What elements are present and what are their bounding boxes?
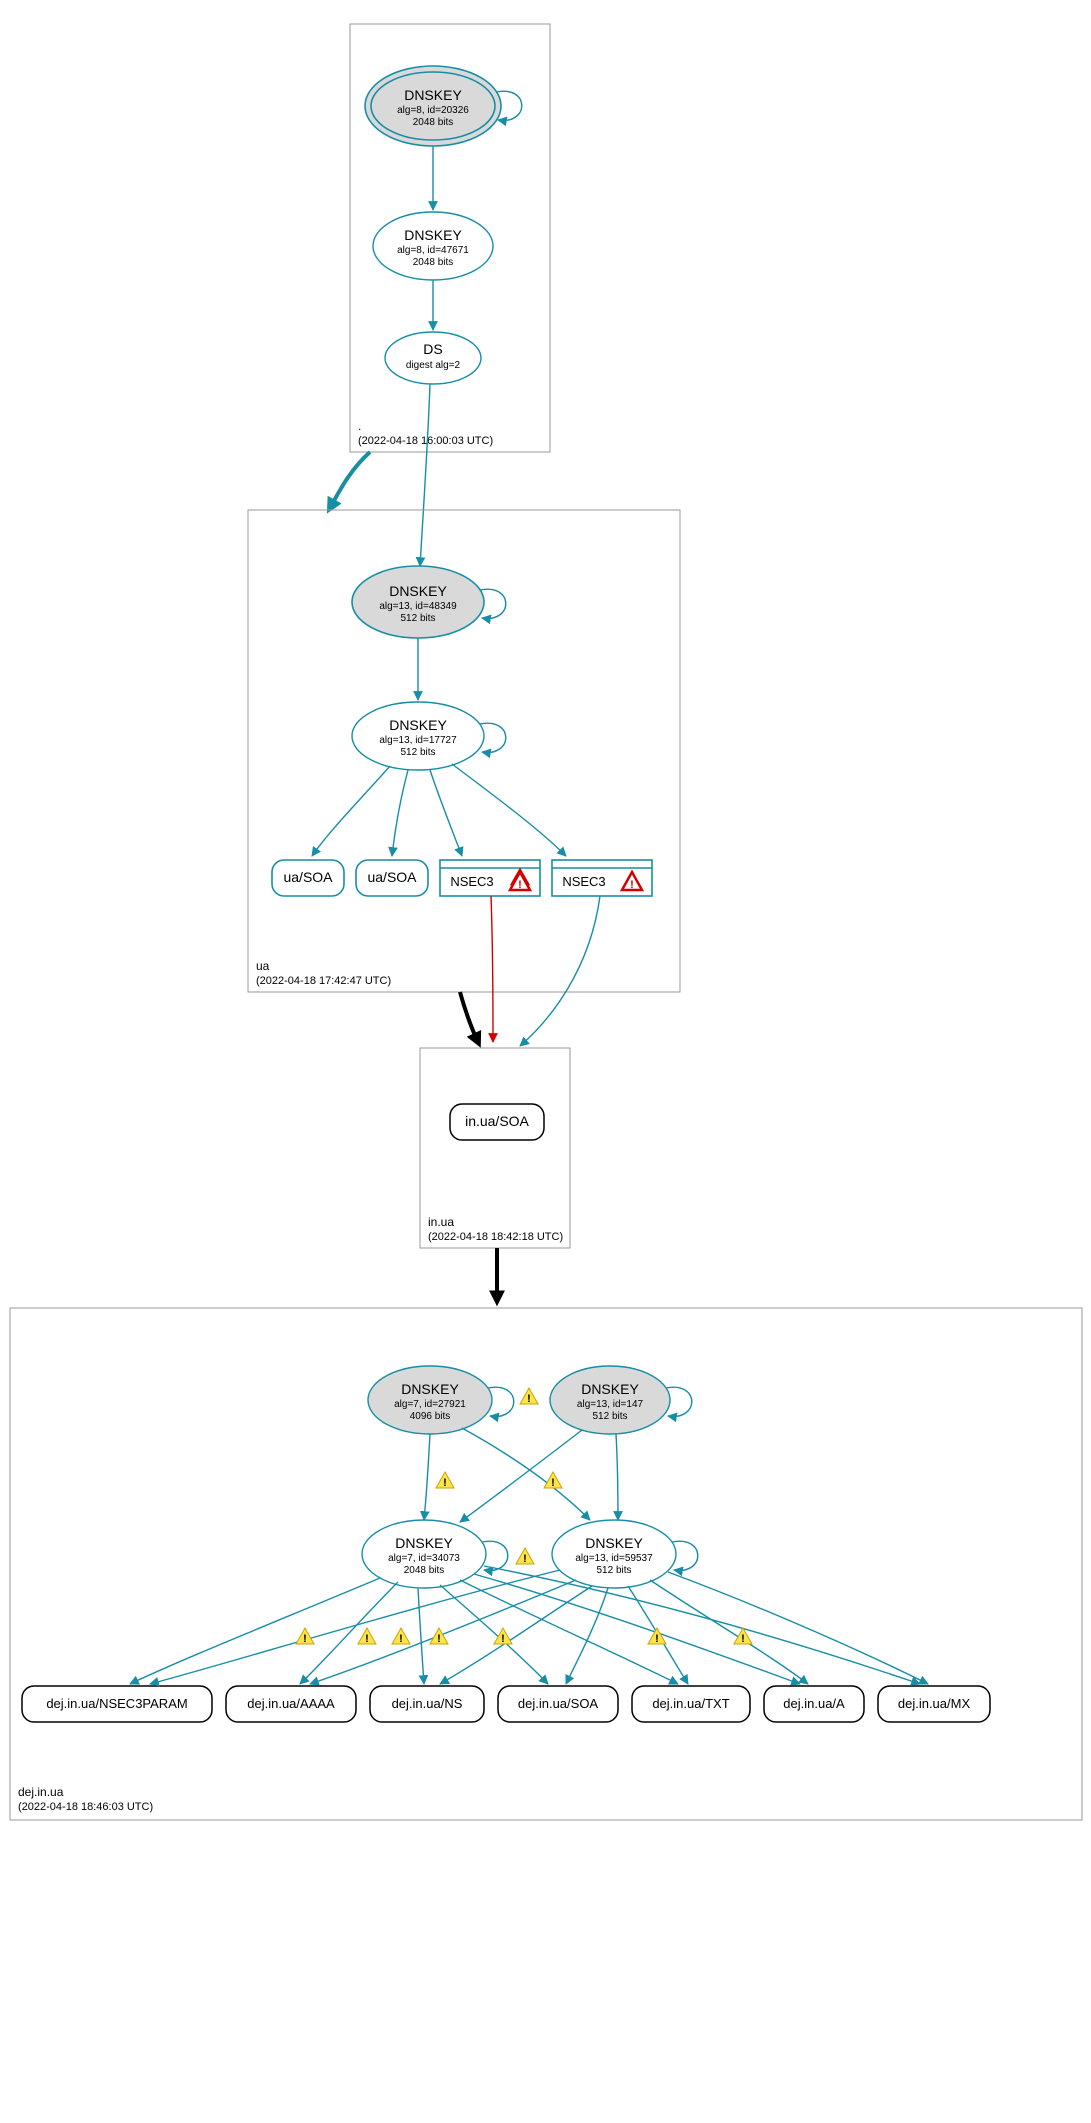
svg-text:dej.in.ua/AAAA: dej.in.ua/AAAA — [247, 1696, 335, 1711]
svg-text:!: ! — [630, 879, 634, 891]
zone-root: . (2022-04-18 16:00:03 UTC) DNSKEY alg=8… — [350, 24, 550, 452]
root-ds: DS digest alg=2 — [385, 332, 481, 384]
warning-icon: ! — [430, 1628, 448, 1645]
zone-inua-label: in.ua — [428, 1215, 454, 1229]
ua-dnskey-zsk: DNSKEY alg=13, id=17727 512 bits — [352, 702, 506, 770]
svg-text:alg=13, id=59537: alg=13, id=59537 — [575, 1553, 653, 1564]
svg-text:alg=7, id=34073: alg=7, id=34073 — [388, 1553, 460, 1564]
svg-text:in.ua/SOA: in.ua/SOA — [465, 1113, 529, 1129]
root-dnskey-zsk: DNSKEY alg=8, id=47671 2048 bits — [373, 212, 493, 280]
root-dnskey-ksk: DNSKEY alg=8, id=20326 2048 bits — [365, 66, 522, 146]
svg-text:digest alg=2: digest alg=2 — [406, 360, 461, 371]
warning-icon: ! — [296, 1628, 314, 1645]
warning-icon: ! — [520, 1388, 538, 1405]
zone-dej-timestamp: (2022-04-18 18:46:03 UTC) — [18, 1801, 153, 1813]
zone-dej: dej.in.ua (2022-04-18 18:46:03 UTC) DNSK… — [10, 1308, 1082, 1820]
svg-text:4096 bits: 4096 bits — [410, 1411, 451, 1422]
svg-text:DNSKEY: DNSKEY — [395, 1535, 453, 1551]
warning-icon: ! — [494, 1628, 512, 1645]
svg-text:2048 bits: 2048 bits — [404, 1565, 445, 1576]
zone-ua: ua (2022-04-18 17:42:47 UTC) DNSKEY alg=… — [248, 510, 680, 992]
svg-text:alg=13, id=147: alg=13, id=147 — [577, 1399, 644, 1410]
svg-text:alg=13, id=17727: alg=13, id=17727 — [379, 735, 457, 746]
svg-text:!: ! — [551, 1477, 555, 1489]
svg-text:dej.in.ua/NS: dej.in.ua/NS — [392, 1696, 463, 1711]
zone-ua-label: ua — [256, 959, 270, 973]
dej-rr-a: dej.in.ua/A — [764, 1686, 864, 1722]
svg-text:2048 bits: 2048 bits — [413, 257, 454, 268]
ua-soa-1: ua/SOA — [272, 860, 344, 896]
dej-rr-soa: dej.in.ua/SOA — [498, 1686, 618, 1722]
svg-text:512 bits: 512 bits — [596, 1565, 631, 1576]
ua-nsec3-1: NSEC3 ! — [440, 860, 540, 896]
warning-icon: ! — [358, 1628, 376, 1645]
svg-text:NSEC3: NSEC3 — [562, 874, 605, 889]
zone-inua: in.ua (2022-04-18 18:42:18 UTC) in.ua/SO… — [420, 1048, 570, 1248]
zone-root-timestamp: (2022-04-18 16:00:03 UTC) — [358, 435, 493, 447]
dej-rr-mx: dej.in.ua/MX — [878, 1686, 990, 1722]
svg-text:512 bits: 512 bits — [400, 747, 435, 758]
svg-text:DNSKEY: DNSKEY — [585, 1535, 643, 1551]
zone-inua-timestamp: (2022-04-18 18:42:18 UTC) — [428, 1231, 563, 1243]
svg-text:!: ! — [303, 1633, 307, 1645]
svg-text:!: ! — [655, 1633, 659, 1645]
svg-text:DNSKEY: DNSKEY — [389, 583, 447, 599]
warning-icon: ! — [544, 1472, 562, 1489]
dej-dnskey-4: DNSKEY alg=13, id=59537 512 bits — [552, 1520, 698, 1588]
svg-text:dej.in.ua/MX: dej.in.ua/MX — [898, 1696, 971, 1711]
zone-dej-label: dej.in.ua — [18, 1785, 64, 1799]
svg-text:!: ! — [399, 1633, 403, 1645]
svg-text:!: ! — [501, 1633, 505, 1645]
svg-text:!: ! — [365, 1633, 369, 1645]
svg-text:ua/SOA: ua/SOA — [367, 869, 417, 885]
svg-text:2048 bits: 2048 bits — [413, 117, 454, 128]
svg-text:DNSKEY: DNSKEY — [401, 1381, 459, 1397]
svg-text:DNSKEY: DNSKEY — [404, 87, 462, 103]
warning-icon: ! — [516, 1548, 534, 1565]
svg-text:!: ! — [527, 1393, 531, 1405]
ua-dnskey-ksk: DNSKEY alg=13, id=48349 512 bits — [352, 566, 506, 638]
zone-ua-timestamp: (2022-04-18 17:42:47 UTC) — [256, 975, 391, 987]
dej-rr-ns: dej.in.ua/NS — [370, 1686, 484, 1722]
svg-text:dej.in.ua/A: dej.in.ua/A — [783, 1696, 845, 1711]
svg-text:!: ! — [518, 879, 522, 891]
dnssec-graph: . (2022-04-18 16:00:03 UTC) DNSKEY alg=8… — [0, 0, 1091, 2123]
warning-icon: ! — [436, 1472, 454, 1489]
svg-text:!: ! — [437, 1633, 441, 1645]
svg-text:!: ! — [741, 1633, 745, 1645]
ua-soa-2: ua/SOA — [356, 860, 428, 896]
svg-text:NSEC3: NSEC3 — [450, 874, 493, 889]
svg-text:DNSKEY: DNSKEY — [581, 1381, 639, 1397]
svg-text:dej.in.ua/NSEC3PARAM: dej.in.ua/NSEC3PARAM — [46, 1696, 187, 1711]
svg-text:alg=7, id=27921: alg=7, id=27921 — [394, 1399, 466, 1410]
svg-text:512 bits: 512 bits — [592, 1411, 627, 1422]
dej-rr-txt: dej.in.ua/TXT — [632, 1686, 750, 1722]
svg-text:dej.in.ua/SOA: dej.in.ua/SOA — [518, 1696, 599, 1711]
svg-text:DS: DS — [423, 341, 442, 357]
svg-text:DNSKEY: DNSKEY — [389, 717, 447, 733]
svg-text:alg=13, id=48349: alg=13, id=48349 — [379, 601, 457, 612]
dej-dnskey-2: DNSKEY alg=13, id=147 512 bits — [550, 1366, 692, 1434]
warning-icon: ! — [392, 1628, 410, 1645]
ua-nsec3-2: NSEC3 ! — [552, 860, 652, 896]
dej-rr-aaaa: dej.in.ua/AAAA — [226, 1686, 356, 1722]
svg-text:dej.in.ua/TXT: dej.in.ua/TXT — [652, 1696, 729, 1711]
svg-text:alg=8, id=20326: alg=8, id=20326 — [397, 105, 469, 116]
svg-text:!: ! — [523, 1553, 527, 1565]
svg-text:!: ! — [443, 1477, 447, 1489]
dej-dnskey-1: DNSKEY alg=7, id=27921 4096 bits — [368, 1366, 514, 1434]
svg-text:DNSKEY: DNSKEY — [404, 227, 462, 243]
inua-soa: in.ua/SOA — [450, 1104, 544, 1140]
zone-root-label: . — [358, 419, 361, 433]
svg-text:ua/SOA: ua/SOA — [283, 869, 333, 885]
svg-text:alg=8, id=47671: alg=8, id=47671 — [397, 245, 469, 256]
dej-rr-nsec3param: dej.in.ua/NSEC3PARAM — [22, 1686, 212, 1722]
svg-text:512 bits: 512 bits — [400, 613, 435, 624]
